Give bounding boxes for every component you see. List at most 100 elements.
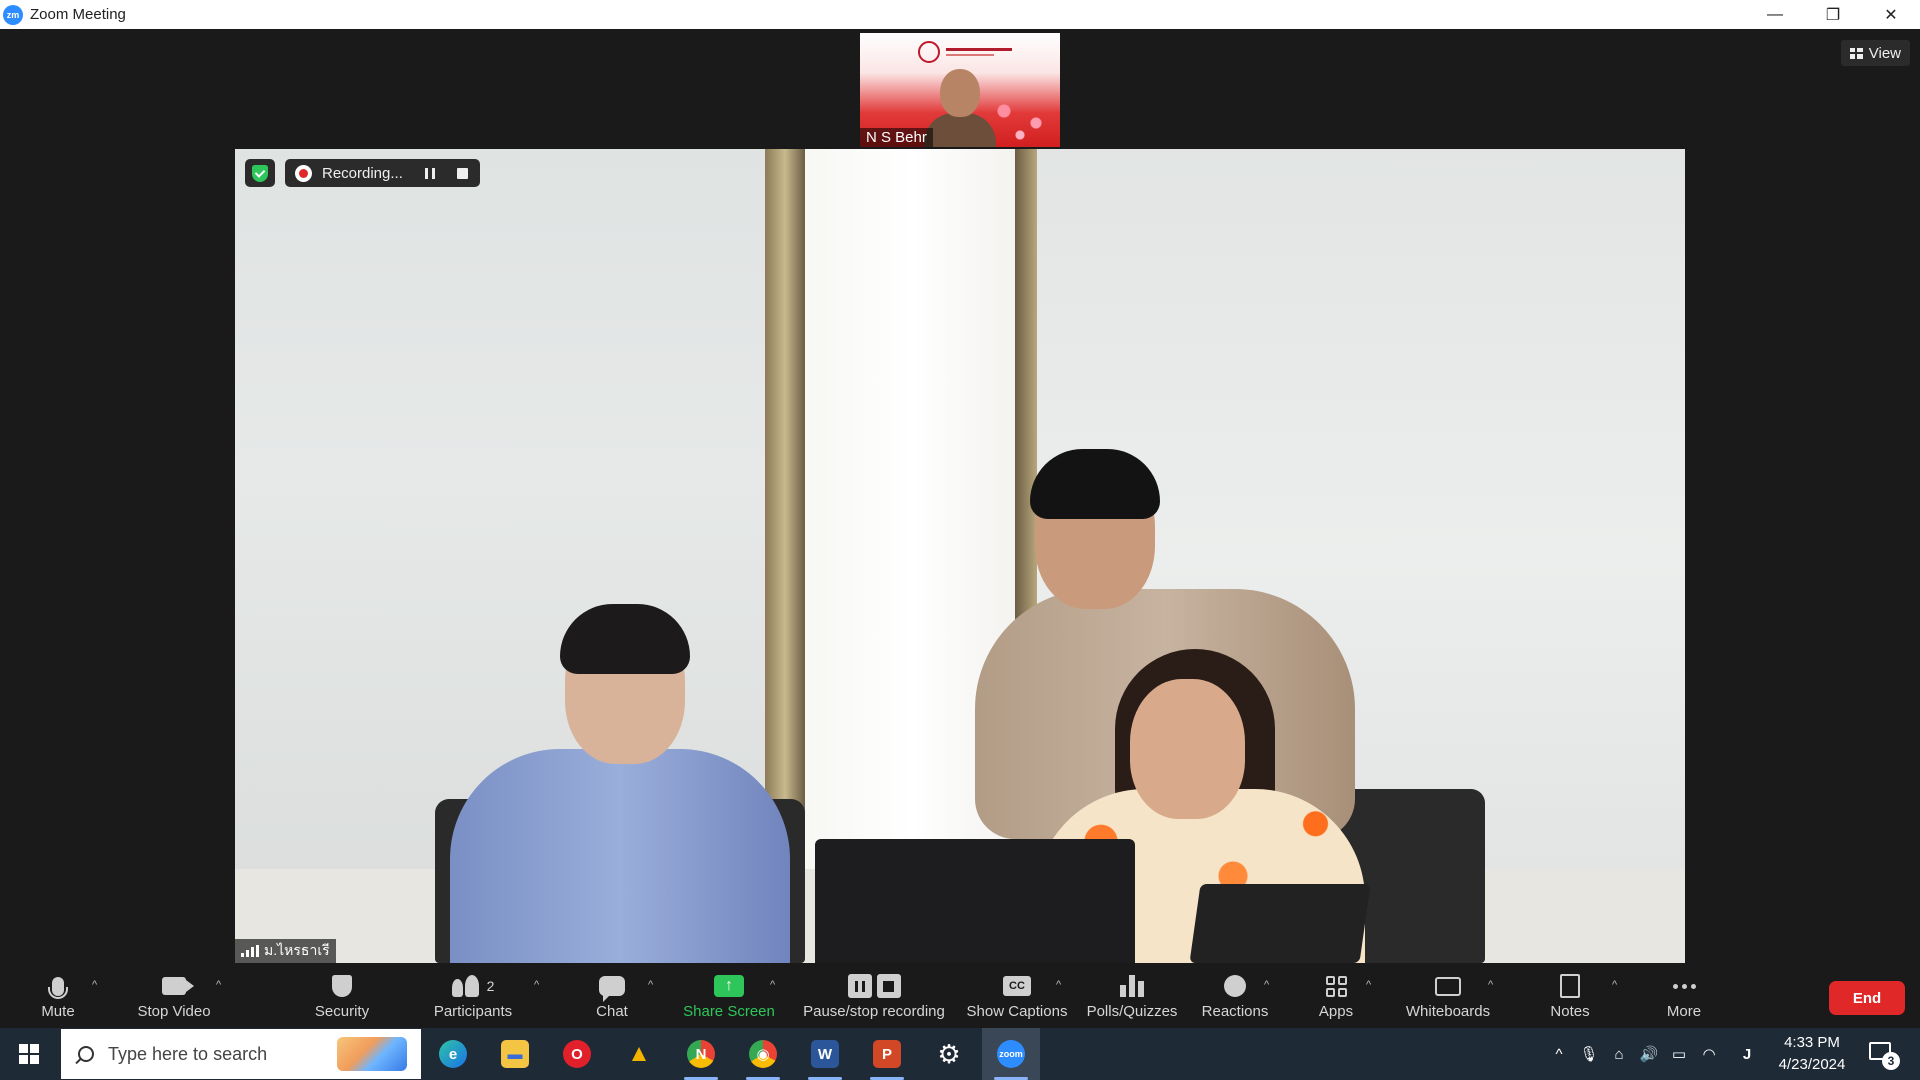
security-label: Security: [314, 1003, 370, 1020]
pause-stop-recording-label: Pause/stop recording: [803, 1003, 945, 1020]
audio-options-chevron-icon[interactable]: ^: [92, 979, 102, 991]
pause-recording-button[interactable]: [424, 167, 435, 179]
chat-button[interactable]: Chat: [584, 963, 640, 1028]
chat-options-chevron-icon[interactable]: ^: [648, 979, 658, 991]
clock-time: 4:33 PM: [1784, 1034, 1840, 1051]
laptop: [815, 839, 1135, 963]
mute-button[interactable]: Mute: [30, 963, 86, 1028]
participants-button[interactable]: 2 Participants: [428, 963, 518, 1028]
taskbar-file-explorer[interactable]: ▬: [486, 1028, 544, 1080]
google-drive-icon: ▲: [627, 1040, 651, 1067]
zoom-logo-icon: zm: [3, 4, 23, 25]
thumbnail-person-head: [940, 69, 980, 117]
folder-icon: ▬: [501, 1040, 529, 1068]
view-label: View: [1868, 44, 1901, 62]
more-dots-icon: [1672, 983, 1696, 989]
apps-options-chevron-icon[interactable]: ^: [1366, 979, 1376, 991]
main-video[interactable]: Recording... ม.ไหรธาเรี: [235, 149, 1685, 963]
taskbar-opera[interactable]: O: [548, 1028, 606, 1080]
person-left-body: [450, 749, 790, 963]
tray-wifi-icon[interactable]: ◠: [1696, 1028, 1722, 1080]
view-button[interactable]: View: [1840, 40, 1910, 66]
window-title: Zoom Meeting: [30, 6, 126, 23]
encryption-shield-icon[interactable]: [245, 159, 275, 187]
taskbar-word[interactable]: W: [796, 1028, 854, 1080]
taskbar-edge[interactable]: e: [424, 1028, 482, 1080]
chrome-icon: N: [687, 1040, 715, 1068]
share-options-chevron-icon[interactable]: ^: [770, 979, 780, 991]
edge-icon: e: [439, 1040, 467, 1068]
participants-options-chevron-icon[interactable]: ^: [534, 979, 544, 991]
video-options-chevron-icon[interactable]: ^: [216, 979, 226, 991]
tray-volume-icon[interactable]: 🔊: [1636, 1028, 1662, 1080]
stop-recording-button[interactable]: [456, 167, 468, 179]
apps-label: Apps: [1318, 1003, 1354, 1020]
tray-ime-icon[interactable]: J: [1734, 1028, 1760, 1080]
participants-icon: [451, 975, 479, 997]
chat-bubble-icon: [599, 976, 625, 1002]
whiteboards-label: Whiteboards: [1405, 1003, 1491, 1020]
taskbar-settings[interactable]: ⚙: [920, 1028, 978, 1080]
polls-bar-chart-icon: [1120, 975, 1144, 997]
person-front-head: [1130, 679, 1245, 819]
security-button[interactable]: Security: [304, 963, 380, 1028]
taskbar-zoom[interactable]: zoom: [982, 1028, 1040, 1080]
whiteboards-button[interactable]: Whiteboards: [1400, 963, 1496, 1028]
whiteboard-icon: [1435, 976, 1461, 996]
pause-stop-recording-button[interactable]: Pause/stop recording: [798, 963, 950, 1028]
taskbar-search[interactable]: Type here to search: [61, 1029, 421, 1079]
stop-video-button[interactable]: Stop Video: [130, 963, 218, 1028]
reactions-smiley-icon: [1224, 975, 1246, 997]
notification-count: 3: [1882, 1052, 1900, 1070]
notes-button[interactable]: Notes: [1546, 963, 1594, 1028]
microphone-icon: [48, 976, 68, 999]
apps-button[interactable]: Apps: [1316, 963, 1356, 1028]
recording-status: Recording...: [322, 164, 403, 182]
speaker-name-tag: ม.ไหรธาเรี: [235, 939, 336, 963]
clock-date: 4/23/2024: [1778, 1056, 1846, 1073]
search-highlight-art: [337, 1037, 407, 1071]
grid-view-icon: [1849, 47, 1863, 59]
minimize-button[interactable]: —: [1746, 0, 1804, 29]
tray-network-icon[interactable]: ⌂: [1606, 1028, 1632, 1080]
search-placeholder: Type here to search: [108, 1043, 268, 1064]
tablet: [1189, 884, 1371, 963]
taskbar-clock[interactable]: 4:33 PM 4/23/2024: [1770, 1032, 1854, 1076]
signal-strength-icon: [241, 945, 259, 957]
restore-button[interactable]: ❐: [1804, 0, 1862, 29]
captions-options-chevron-icon[interactable]: ^: [1056, 979, 1066, 991]
security-shield-icon: [332, 975, 352, 997]
more-label: More: [1666, 1003, 1702, 1020]
participants-label: Participants: [433, 1003, 513, 1020]
meeting-area: View N S Behr Recording... ม.ไหรธาเรี: [0, 29, 1920, 963]
taskbar-google-drive[interactable]: ▲: [610, 1028, 668, 1080]
tray-microphone-icon[interactable]: 🎙: [1576, 1028, 1602, 1080]
more-button[interactable]: More: [1660, 963, 1708, 1028]
end-meeting-button[interactable]: End: [1829, 981, 1905, 1015]
close-button[interactable]: ✕: [1862, 0, 1920, 29]
notes-options-chevron-icon[interactable]: ^: [1612, 979, 1622, 991]
stop-video-label: Stop Video: [137, 1003, 211, 1020]
show-captions-button[interactable]: CC Show Captions: [964, 963, 1070, 1028]
apps-grid-icon: [1325, 975, 1347, 997]
polls-quizzes-button[interactable]: Polls/Quizzes: [1086, 963, 1178, 1028]
stop-icon: [876, 974, 901, 998]
taskbar-chrome[interactable]: ◉: [734, 1028, 792, 1080]
tray-battery-icon[interactable]: ▭: [1666, 1028, 1692, 1080]
show-hidden-icons-chevron-icon[interactable]: ^: [1546, 1028, 1572, 1080]
reactions-options-chevron-icon[interactable]: ^: [1264, 979, 1274, 991]
taskbar-chrome-profile[interactable]: N: [672, 1028, 730, 1080]
participant-thumbnail[interactable]: N S Behr: [860, 33, 1060, 147]
start-button[interactable]: [0, 1028, 58, 1080]
notification-center-button[interactable]: 3: [1866, 1038, 1902, 1070]
chat-label: Chat: [596, 1003, 628, 1020]
zoom-icon: zoom: [997, 1040, 1025, 1068]
taskbar-powerpoint[interactable]: P: [858, 1028, 916, 1080]
whiteboards-options-chevron-icon[interactable]: ^: [1488, 979, 1498, 991]
windows-logo-icon: [19, 1044, 39, 1064]
reactions-button[interactable]: Reactions: [1200, 963, 1270, 1028]
faculty-banner-logo: [918, 39, 1018, 65]
share-screen-button[interactable]: ↑ Share Screen: [680, 963, 778, 1028]
reactions-label: Reactions: [1201, 1003, 1269, 1020]
search-icon: [78, 1046, 94, 1062]
